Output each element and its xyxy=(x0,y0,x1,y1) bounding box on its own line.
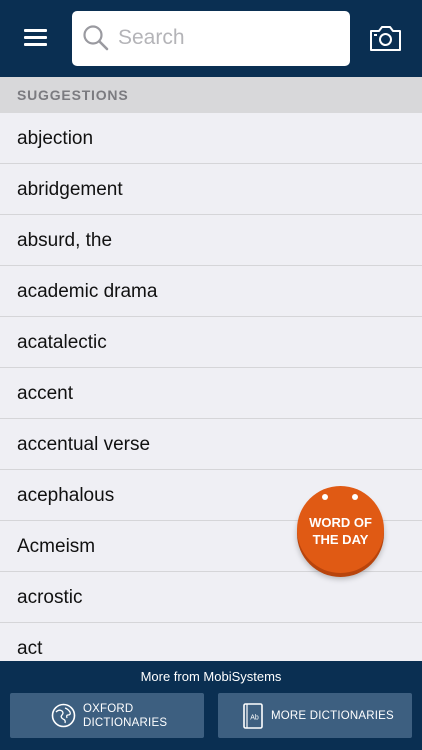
list-item-label: acrostic xyxy=(17,587,83,608)
list-item-label: abridgement xyxy=(17,179,123,200)
word-of-the-day-line2: THE DAY xyxy=(312,532,369,547)
search-icon xyxy=(83,25,109,51)
word-of-the-day-button[interactable]: WORD OF THE DAY xyxy=(297,486,384,573)
list-item-label: absurd, the xyxy=(17,230,113,251)
suggestions-header: SUGGESTIONS xyxy=(0,77,422,113)
more-dictionaries-label: MORE DICTIONARIES xyxy=(271,710,394,722)
list-item[interactable]: accentual verse xyxy=(0,419,422,470)
calendar-ring-icon xyxy=(322,494,328,500)
list-item-label: Acmeism xyxy=(17,536,96,557)
word-of-the-day-label: WORD OF THE DAY xyxy=(297,514,384,548)
top-bar xyxy=(0,0,422,77)
list-item[interactable]: absurd, the xyxy=(0,215,422,266)
list-item[interactable]: abridgement xyxy=(0,164,422,215)
camera-icon[interactable] xyxy=(369,24,402,52)
list-item-label: acephalous xyxy=(17,485,115,506)
list-item[interactable]: acrostic xyxy=(0,572,422,623)
list-item[interactable]: act xyxy=(0,623,422,661)
list-item[interactable]: acatalectic xyxy=(0,317,422,368)
list-item-label: accent xyxy=(17,383,73,404)
list-item-label: acatalectic xyxy=(17,332,107,353)
list-item[interactable]: abjection xyxy=(0,113,422,164)
list-item[interactable]: academic drama xyxy=(0,266,422,317)
list-item-label: act xyxy=(17,638,43,659)
word-of-the-day-line1: WORD OF xyxy=(309,515,372,530)
list-item-label: accentual verse xyxy=(17,434,151,455)
globe-icon xyxy=(51,703,76,728)
oxford-line2: DICTIONARIES xyxy=(83,717,168,729)
footer-title: More from MobiSystems xyxy=(140,669,282,684)
svg-text:Ab: Ab xyxy=(250,715,259,722)
suggestions-list[interactable]: abjection abridgement absurd, the academ… xyxy=(0,113,422,661)
footer: More from MobiSystems OXFORD DICTIONARIE… xyxy=(0,661,422,750)
oxford-dictionaries-button[interactable]: OXFORD DICTIONARIES xyxy=(10,693,204,738)
hamburger-menu-icon[interactable] xyxy=(22,26,50,50)
list-item-label: abjection xyxy=(17,128,94,149)
search-box[interactable] xyxy=(72,11,350,66)
oxford-line1: OXFORD xyxy=(83,703,134,715)
more-dictionaries-button[interactable]: Ab MORE DICTIONARIES xyxy=(218,693,412,738)
search-input[interactable] xyxy=(118,21,338,55)
list-item[interactable]: accent xyxy=(0,368,422,419)
calendar-ring-icon xyxy=(352,494,358,500)
list-item-label: academic drama xyxy=(17,281,158,302)
book-icon: Ab xyxy=(243,703,263,729)
suggestions-header-label: SUGGESTIONS xyxy=(17,87,129,103)
oxford-dictionaries-label: OXFORD DICTIONARIES xyxy=(83,702,167,730)
